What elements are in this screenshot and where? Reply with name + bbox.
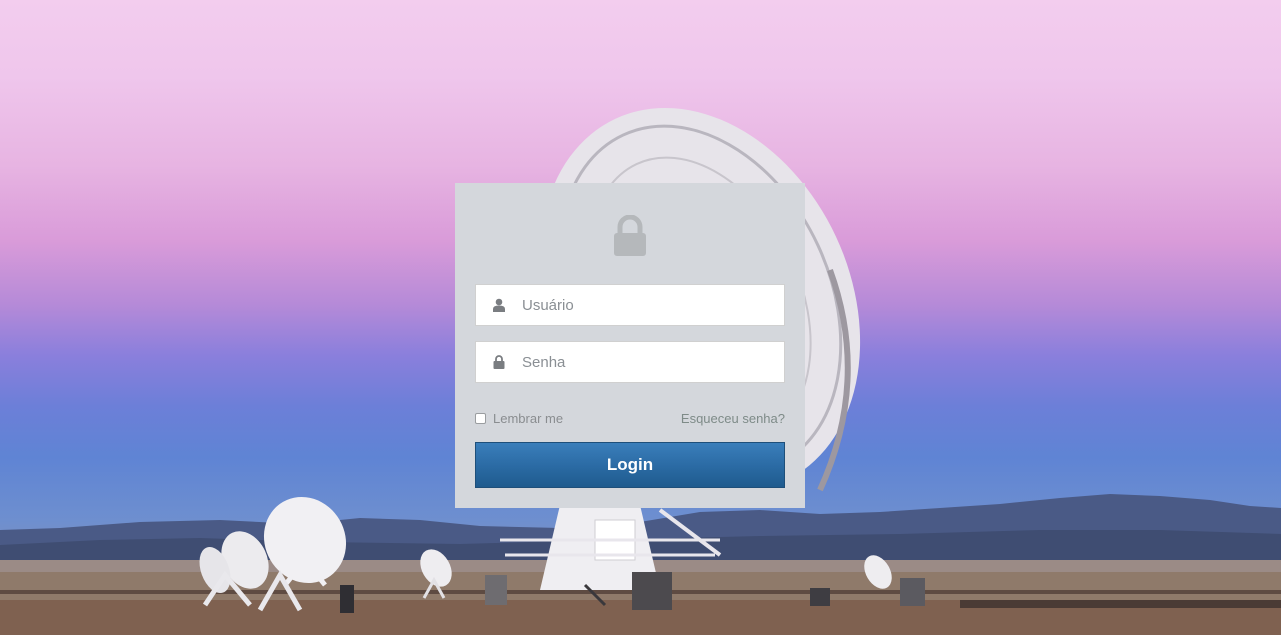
password-input[interactable]: [522, 343, 772, 381]
remember-me-checkbox[interactable]: [475, 412, 486, 424]
user-icon: [476, 298, 522, 312]
login-header: [455, 214, 805, 262]
lock-icon: [476, 355, 522, 369]
username-input[interactable]: [522, 286, 772, 324]
login-button[interactable]: Login: [475, 442, 785, 488]
forgot-password-link[interactable]: Esqueceu senha?: [681, 411, 785, 426]
lock-icon: [612, 214, 648, 262]
remember-me-label: Lembrar me: [493, 410, 564, 426]
login-options-row: Lembrar me Esqueceu senha?: [475, 409, 785, 427]
login-panel: Lembrar me Esqueceu senha? Login: [455, 183, 805, 508]
password-field[interactable]: [475, 341, 785, 383]
username-field[interactable]: [475, 284, 785, 326]
remember-me[interactable]: Lembrar me: [475, 411, 563, 426]
